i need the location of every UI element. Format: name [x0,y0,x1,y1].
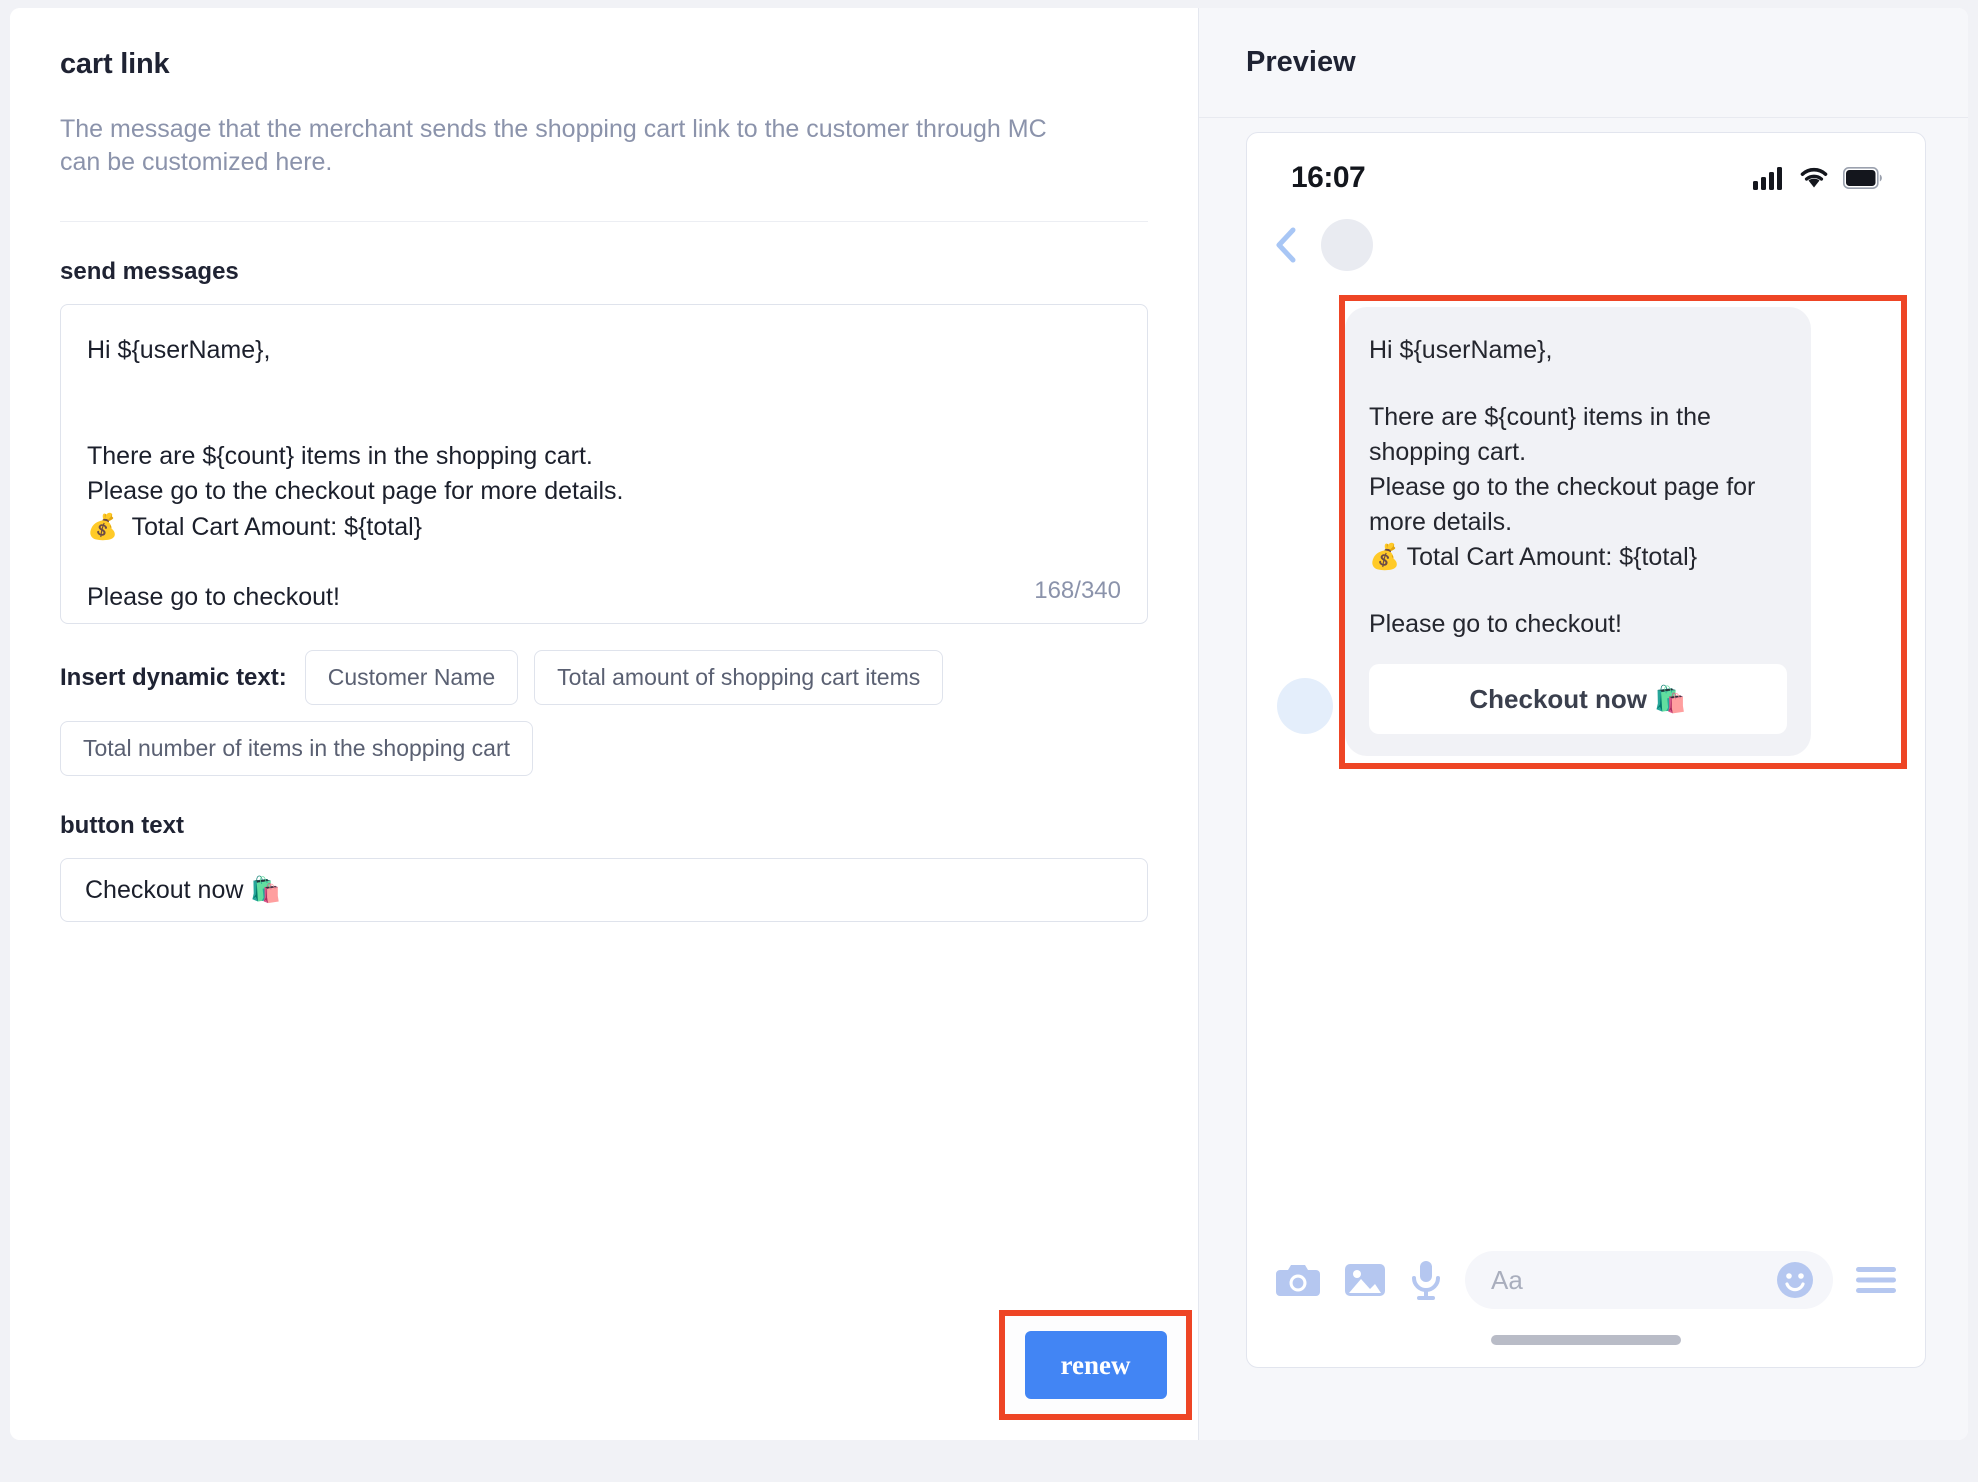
chat-header [1247,195,1925,271]
bubble-line: Please go to the checkout page for [1369,473,1756,501]
settings-panel: cart link The message that the merchant … [10,8,1198,1440]
message-line: Please go to checkout! [87,583,340,611]
checkout-now-button[interactable]: Checkout now 🛍️ [1369,664,1787,734]
chip-total-items[interactable]: Total number of items in the shopping ca… [60,721,534,776]
message-line-money: 💰 Total Cart Amount: ${total} [87,512,423,541]
preview-title: Preview [1246,46,1356,78]
renew-button[interactable]: renew [1024,1331,1167,1399]
insert-dynamic-text-label: Insert dynamic text: [60,663,287,691]
button-text-input[interactable]: Checkout now 🛍️ [60,858,1148,922]
page-title: cart link [60,48,170,80]
microphone-icon[interactable] [1409,1259,1443,1301]
bubble-line-blank [1369,368,1787,400]
contact-avatar [1321,219,1373,271]
dynamic-text-row: Insert dynamic text: Customer Name Total… [60,650,1070,776]
button-text-label: button text [60,812,184,839]
status-icons [1753,166,1883,190]
send-messages-label: send messages [60,258,239,285]
message-line: There are ${count} items in the shopping… [87,441,593,470]
message-line: Please go to the checkout page for more … [87,477,624,505]
bubble-region: Hi ${userName}, There are ${count} items… [1269,295,1907,769]
wifi-icon [1799,166,1829,190]
battery-icon [1843,167,1883,189]
message-line-blank [87,369,1121,404]
sender-avatar [1277,678,1333,734]
preview-header: Preview [1198,8,1968,118]
message-input[interactable]: Aa [1465,1251,1833,1309]
bubble-line: more details. [1369,508,1513,536]
cellular-signal-icon [1753,166,1785,190]
back-chevron-icon[interactable] [1269,223,1303,267]
bubble-line-money: 💰 Total Cart Amount: ${total} [1369,543,1698,571]
bubble-line: There are ${count} items in the [1369,403,1711,431]
screenshot-root: cart link The message that the merchant … [0,0,1978,1482]
message-input-placeholder: Aa [1491,1264,1523,1295]
chat-composer: Aa [1247,1251,1925,1309]
message-row: Hi ${userName}, There are ${count} items… [1269,295,1903,756]
chip-total-amount[interactable]: Total amount of shopping cart items [534,650,944,705]
message-line-blank [87,404,1121,439]
message-bubble: Hi ${userName}, There are ${count} items… [1345,307,1811,756]
phone-status-bar: 16:07 [1247,133,1925,195]
emoji-icon[interactable] [1775,1260,1815,1300]
menu-hamburger-icon[interactable] [1855,1263,1897,1297]
bubble-line: Hi ${userName}, [1369,336,1553,364]
character-counter: 168/340 [1034,577,1121,604]
phone-mockup: 16:07 Hi ${userName}, There are ${count}… [1246,132,1926,1368]
message-line-blank [87,545,1121,580]
camera-icon[interactable] [1275,1260,1321,1300]
preview-panel: Preview 16:07 Hi ${userName}, There are … [1198,8,1968,1440]
app-window: cart link The message that the merchant … [10,8,1968,1440]
home-indicator [1491,1335,1681,1345]
message-line: Hi ${userName}, [87,336,271,364]
message-textarea[interactable]: Hi ${userName}, There are ${count} items… [60,304,1148,624]
chip-customer-name[interactable]: Customer Name [304,650,519,705]
renew-annotation-box: renew [999,1310,1192,1420]
status-time: 16:07 [1291,161,1366,194]
bubble-line: Please go to checkout! [1369,610,1622,638]
bubble-line: shopping cart. [1369,438,1527,466]
header-divider [60,221,1148,222]
page-description: The message that the merchant sends the … [60,115,1047,176]
photo-library-icon[interactable] [1343,1260,1387,1300]
bubble-line-blank [1369,575,1787,607]
